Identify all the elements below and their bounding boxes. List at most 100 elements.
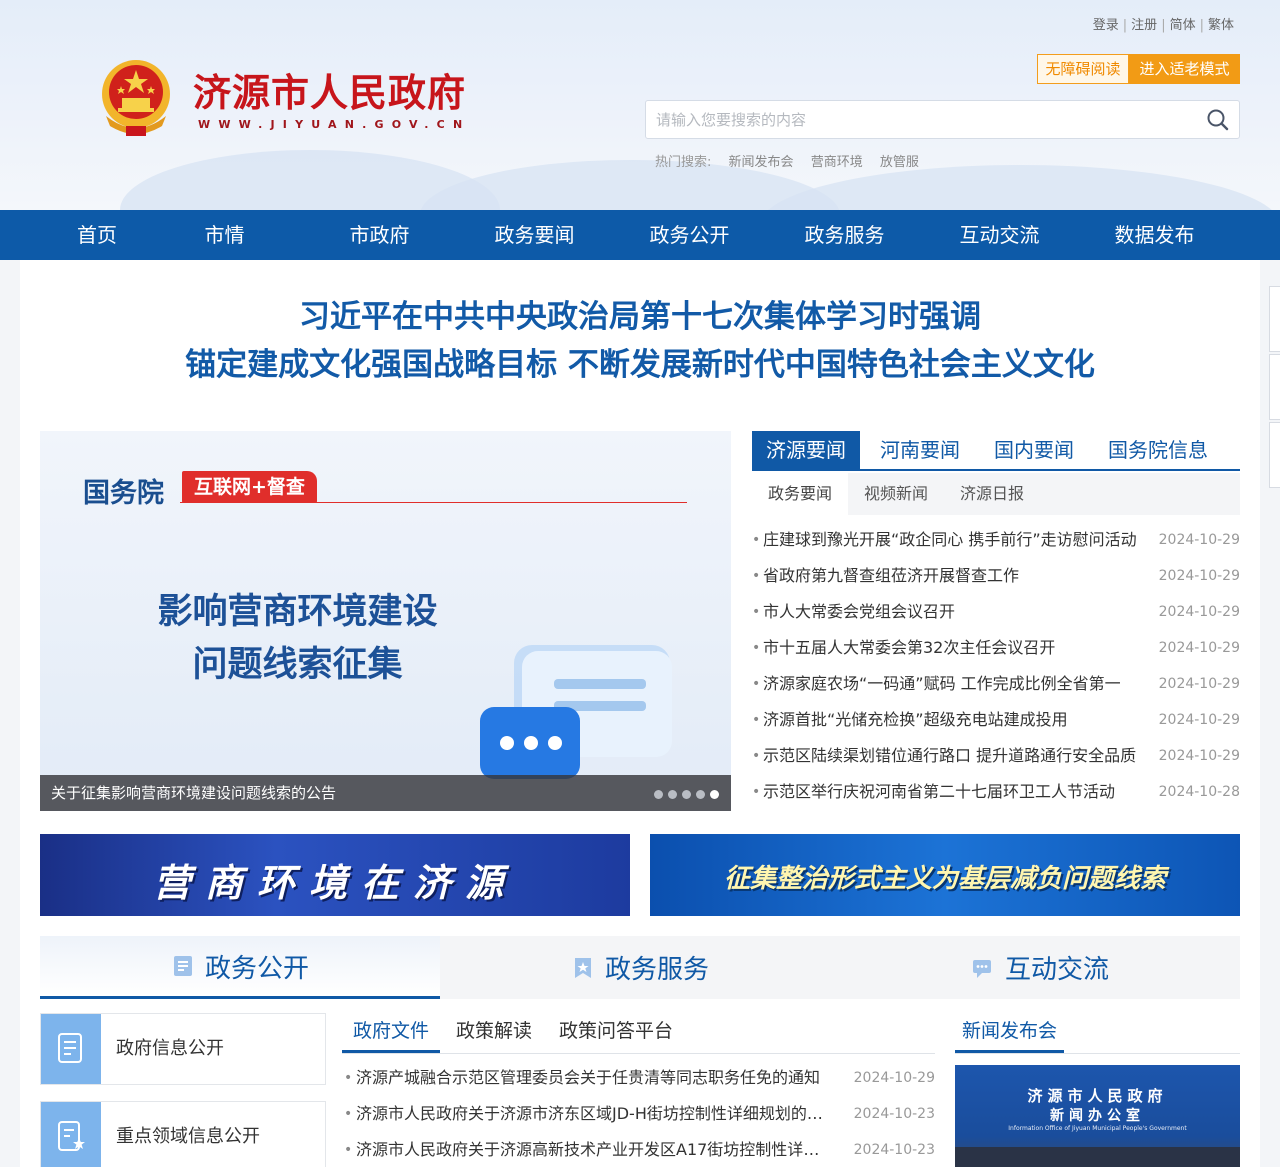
news-item[interactable]: • 市十五届人大常委会第32次主任会议召开 2024-10-29 [752, 630, 1240, 666]
news-title[interactable]: 济源首批“光储充检换”超级充电站建成投用 [763, 702, 1143, 738]
slider-dot[interactable] [696, 790, 705, 799]
tab-state-council[interactable]: 国务院信息 [1094, 431, 1222, 469]
card-label: 政府信息公开 [116, 1038, 224, 1059]
press-conference-photo[interactable]: 济源市人民政府 新闻办公室 Information Office of Jiyu… [955, 1065, 1240, 1167]
tab-gov-services[interactable]: 政务服务 [440, 936, 840, 999]
doc-title[interactable]: 济源产城融合示范区管理委员会关于任贵清等同志职务任免的通知 [356, 1060, 826, 1096]
press-photo-text: 新闻办公室 [1050, 1108, 1145, 1124]
nav-data-release[interactable]: 数据发布 [1077, 210, 1232, 260]
doc-title[interactable]: 济源市人民政府关于济源高新技术产业开发区A17街坊控制性详细规划的批复 [356, 1132, 826, 1167]
nav-gov-disclosure[interactable]: 政务公开 [612, 210, 767, 260]
gov-info-disclosure-card[interactable]: 政府信息公开 [40, 1013, 326, 1085]
tab-interaction[interactable]: 互动交流 [840, 936, 1240, 999]
business-environment-banner[interactable]: 营商环境在济源 [40, 834, 630, 916]
hot-search-label: 热门搜索: [655, 155, 712, 170]
doc-date: 2024-10-23 [853, 1142, 935, 1158]
doc-title[interactable]: 济源市人民政府关于济源市济东区域JD-H街坊控制性详细规划的批复 [356, 1096, 826, 1132]
doc-item[interactable]: •济源市人民政府关于济源高新技术产业开发区A17街坊控制性详细规划的批复 2024… [342, 1132, 935, 1167]
key-area-disclosure-card[interactable]: 重点领域信息公开 [40, 1101, 326, 1167]
nav-gov-services[interactable]: 政务服务 [767, 210, 922, 260]
floating-side-tab[interactable] [1269, 422, 1280, 488]
press-tabs: 新闻发布会 [955, 1013, 1240, 1054]
news-item[interactable]: • 济源首批“光储充检换”超级充电站建成投用 2024-10-29 [752, 702, 1240, 738]
file-star-icon [58, 1121, 85, 1151]
site-title[interactable]: 济源市人民政府 [193, 62, 466, 117]
news-item[interactable]: • 示范区陆续渠划错位通行路口 提升道路通行安全品质 2024-10-29 [752, 738, 1240, 774]
slider-dot[interactable] [668, 790, 677, 799]
hot-keyword[interactable]: 营商环境 [811, 155, 863, 170]
image-slider[interactable]: 国务院 互联网+督查 影响营商环境建设 问题线索征集 关于征集影响营商环境建设问… [40, 431, 731, 811]
nav-government[interactable]: 市政府 [302, 210, 457, 260]
tab-jiyuan-news[interactable]: 济源要闻 [752, 431, 860, 469]
national-emblem-icon[interactable] [96, 56, 176, 140]
divider: | [1161, 18, 1166, 33]
top-links: 登录 | 注册 | 简体 | 繁体 [1093, 14, 1234, 33]
hot-keyword[interactable]: 放管服 [880, 155, 919, 170]
bullet: • [344, 1106, 353, 1122]
nav-gov-news[interactable]: 政务要闻 [457, 210, 612, 260]
slider-dot-active[interactable] [710, 790, 719, 799]
slider-dot[interactable] [654, 790, 663, 799]
formalism-clue-banner[interactable]: 征集整治形式主义为基层减负问题线索 [650, 834, 1240, 916]
tab-press-conference[interactable]: 新闻发布会 [955, 1013, 1065, 1053]
tab-gov-disclosure[interactable]: 政务公开 [40, 936, 440, 999]
tab-gov-documents[interactable]: 政府文件 [342, 1013, 441, 1053]
news-date: 2024-10-29 [1158, 748, 1240, 764]
file-list-icon [58, 1033, 82, 1063]
news-date: 2024-10-28 [1158, 784, 1240, 800]
news-item[interactable]: • 省政府第九督查组莅济开展督查工作 2024-10-29 [752, 558, 1240, 594]
doc-item[interactable]: • 济源市人民政府关于济源市济东区域JD-H街坊控制性详细规划的批复 2024-10… [342, 1096, 935, 1132]
headline-line[interactable]: 习近平在中共中央政治局第十七次集体学习时强调 [0, 293, 1280, 341]
news-item[interactable]: • 济源家庭农场“一码通”赋码 工作完成比例全省第一 2024-10-29 [752, 666, 1240, 702]
news-title[interactable]: 示范区举行庆祝河南省第二十七届环卫工人节活动 [763, 774, 1143, 810]
news-item[interactable]: • 庄建球到豫光开展“政企同心 携手前行”走访慰问活动 2024-10-29 [752, 522, 1240, 558]
subtab-video-news[interactable]: 视频新闻 [848, 473, 944, 515]
search-input[interactable] [656, 101, 1196, 138]
news-title[interactable]: 庄建球到豫光开展“政企同心 携手前行”走访慰问活动 [763, 522, 1143, 558]
bullet: • [752, 712, 761, 728]
card-label: 重点领域信息公开 [116, 1126, 260, 1147]
bullet: • [752, 640, 761, 656]
news-title[interactable]: 市人大常委会党组会议召开 [763, 594, 1143, 630]
search-icon[interactable] [1205, 107, 1231, 133]
divider: | [1199, 18, 1204, 33]
divider: | [1122, 18, 1128, 33]
news-date: 2024-10-29 [1158, 640, 1240, 656]
site-header: 济源市人民政府 WWW.JIYUAN.GOV.CN 登录 | 注册 | 简体 | 繁体 无障… [0, 0, 1280, 210]
news-title[interactable]: 省政府第九督查组莅济开展督查工作 [763, 558, 1143, 594]
slider-dot[interactable] [682, 790, 691, 799]
tab-henan-news[interactable]: 河南要闻 [866, 431, 974, 469]
news-title[interactable]: 济源家庭农场“一码通”赋码 工作完成比例全省第一 [763, 666, 1143, 702]
nav-interaction[interactable]: 互动交流 [922, 210, 1077, 260]
tab-policy-interpretation[interactable]: 政策解读 [445, 1013, 543, 1053]
slide-caption[interactable]: 关于征集影响营商环境建设问题线索的公告 [40, 775, 731, 811]
traditional-link[interactable]: 繁体 [1208, 18, 1234, 33]
bullet: • [752, 604, 761, 620]
login-link[interactable]: 登录 [1093, 18, 1119, 33]
subtab-daily[interactable]: 济源日报 [944, 473, 1040, 515]
news-item[interactable]: • 示范区举行庆祝河南省第二十七届环卫工人节活动 2024-10-28 [752, 774, 1240, 810]
accessibility-button[interactable]: 无障碍阅读 [1037, 54, 1129, 84]
slide-tag: 互联网+督查 [182, 471, 317, 503]
tab-policy-qa[interactable]: 政策问答平台 [548, 1013, 684, 1053]
news-list: • 庄建球到豫光开展“政企同心 携手前行”走访慰问活动 2024-10-29 • 省政… [752, 522, 1240, 810]
doc-date: 2024-10-23 [853, 1106, 935, 1122]
news-title[interactable]: 示范区陆续渠划错位通行路口 提升道路通行安全品质 [763, 738, 1143, 774]
register-link[interactable]: 注册 [1131, 18, 1157, 33]
subtab-gov-news[interactable]: 政务要闻 [752, 473, 849, 515]
hot-search: 热门搜索: 新闻发布会 营商环境 放管服 [655, 151, 919, 170]
tab-domestic-news[interactable]: 国内要闻 [980, 431, 1088, 469]
nav-city-info[interactable]: 市情 [147, 210, 302, 260]
hot-keyword[interactable]: 新闻发布会 [729, 155, 794, 170]
news-item[interactable]: • 市人大常委会党组会议召开 2024-10-29 [752, 594, 1240, 630]
doc-item[interactable]: • 济源产城融合示范区管理委员会关于任贵清等同志职务任免的通知 2024-10-29 [342, 1060, 935, 1096]
news-title[interactable]: 市十五届人大常委会第32次主任会议召开 [763, 630, 1143, 666]
section-label: 互动交流 [1004, 955, 1109, 985]
news-date: 2024-10-29 [1158, 604, 1240, 620]
headline[interactable]: 习近平在中共中央政治局第十七次集体学习时强调 锚定建成文化强国战略目标 不断发展… [0, 293, 1280, 389]
simplified-link[interactable]: 简体 [1170, 18, 1196, 33]
elder-mode-button[interactable]: 进入适老模式 [1129, 54, 1240, 84]
nav-home[interactable]: 首页 [50, 210, 147, 260]
headline-line[interactable]: 锚定建成文化强国战略目标 不断发展新时代中国特色社会主义文化 [0, 341, 1280, 389]
slide-brand: 国务院 [83, 478, 164, 509]
